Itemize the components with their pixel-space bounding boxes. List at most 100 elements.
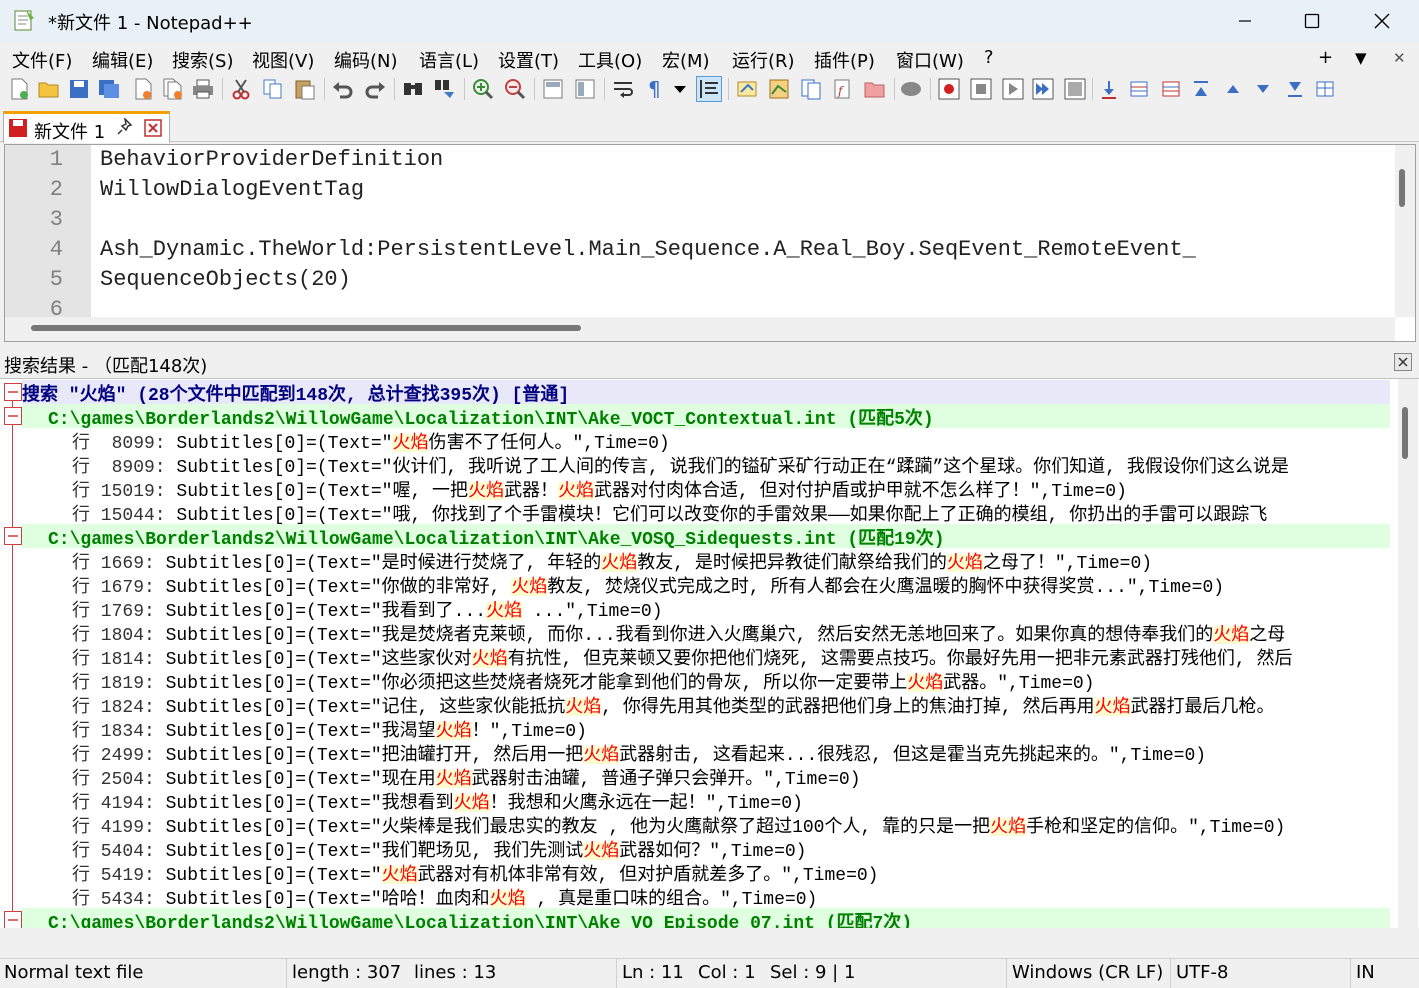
result-line[interactable]: 行 5419: Subtitles[0]=(Text="火焰武器对有机体非常有效… [72,860,1390,884]
record-macro-icon[interactable] [936,76,962,102]
fold-minus-icon[interactable] [4,911,22,928]
menu-tools[interactable]: 工具(O) [578,47,642,73]
minimize-button[interactable] [1213,0,1277,42]
menu-help[interactable]: ? [984,47,994,68]
code-line[interactable]: BehaviorProviderDefinition [100,147,443,172]
save-all-icon[interactable] [96,76,122,102]
run-macro-multiple-icon[interactable] [1030,76,1056,102]
zoom-out-icon[interactable] [502,76,528,102]
zoom-in-icon[interactable] [470,76,496,102]
result-line[interactable]: 行 1819: Subtitles[0]=(Text="你必须把这些焚烧者烧死才… [72,668,1390,692]
fold-minus-icon[interactable] [4,383,22,401]
indent-guide-icon[interactable] [696,76,722,102]
tab-new-file-1[interactable]: 新文件 1 [3,111,170,143]
save-icon[interactable] [66,76,92,102]
scroll-thumb[interactable] [1402,407,1408,459]
menu-plugins[interactable]: 插件(P) [814,47,875,73]
first-diff-icon[interactable] [1188,76,1214,102]
menu-macro[interactable]: 宏(M) [662,47,710,73]
result-line[interactable]: 行 15044: Subtitles[0]=(Text="哦, 你找到了个手雷模… [72,500,1390,524]
menu-view[interactable]: 视图(V) [252,47,314,73]
prev-diff-icon[interactable] [1220,76,1246,102]
editor-vertical-scrollbar[interactable] [1395,145,1415,317]
result-line[interactable]: 行 5434: Subtitles[0]=(Text="哈哈！血肉和火焰 , 真… [72,884,1390,908]
status-eol[interactable]: Windows (CR LF) [1012,962,1163,983]
open-file-icon[interactable] [36,76,62,102]
close-file-icon[interactable] [130,76,156,102]
stop-macro-icon[interactable] [968,76,994,102]
doc-list-icon[interactable] [798,76,824,102]
maximize-button[interactable] [1280,0,1344,42]
new-tab-button[interactable]: + [1318,47,1333,68]
word-wrap-icon[interactable] [610,76,636,102]
result-line[interactable]: 行 2504: Subtitles[0]=(Text="现在用火焰武器射击油罐,… [72,764,1390,788]
menu-edit[interactable]: 编辑(E) [92,47,153,73]
result-file-header[interactable]: C:\games\Borderlands2\WillowGame\Localiz… [22,404,1390,428]
undo-icon[interactable] [330,76,356,102]
menu-search[interactable]: 搜索(S) [172,47,233,73]
menu-settings[interactable]: 设置(T) [498,47,559,73]
results-vertical-scrollbar[interactable] [1398,379,1418,928]
menu-file[interactable]: 文件(F) [12,47,72,73]
sync-vertical-icon[interactable] [540,76,566,102]
scroll-thumb[interactable] [1399,169,1405,207]
fold-minus-icon[interactable] [4,407,22,425]
editor-area[interactable]: 1 BehaviorProviderDefinition 2 WillowDia… [4,144,1416,342]
chars-dropdown-icon[interactable] [670,76,690,102]
last-diff-icon[interactable] [1282,76,1308,102]
find-icon[interactable] [400,76,426,102]
result-line[interactable]: 行 8099: Subtitles[0]=(Text="火焰伤害不了任何人。",… [72,428,1390,452]
close-all-icon[interactable] [160,76,186,102]
bookmark-down-icon[interactable] [1096,76,1122,102]
tab-list-dropdown[interactable]: ▼ [1355,49,1367,67]
column-mode-icon[interactable] [1126,76,1152,102]
result-line[interactable]: 行 15019: Subtitles[0]=(Text="喔, 一把火焰武器！火… [72,476,1390,500]
close-window-button[interactable] [1350,0,1414,42]
close-doc-button[interactable]: ✕ [1393,49,1406,67]
function-list-icon[interactable]: f [830,76,856,102]
tab-close-icon[interactable] [144,119,162,141]
next-diff-icon[interactable] [1250,76,1276,102]
play-macro-icon[interactable] [1000,76,1026,102]
result-line[interactable]: 行 1769: Subtitles[0]=(Text="我看到了...火焰 ..… [72,596,1390,620]
replace-icon[interactable] [432,76,458,102]
monitoring-icon[interactable] [898,76,924,102]
menu-encoding[interactable]: 编码(N) [334,47,398,73]
result-file-header[interactable]: C:\games\Borderlands2\WillowGame\Localiz… [22,524,1390,548]
compare-icon[interactable] [1158,76,1184,102]
result-line[interactable]: 行 1834: Subtitles[0]=(Text="我渴望火焰！",Time… [72,716,1390,740]
code-line[interactable]: WillowDialogEventTag [100,177,364,202]
scroll-thumb[interactable] [31,325,581,331]
result-line[interactable]: 行 4194: Subtitles[0]=(Text="我想看到火焰！我想和火鹰… [72,788,1390,812]
diff-panel-icon[interactable] [1312,76,1338,102]
result-line[interactable]: 行 1814: Subtitles[0]=(Text="这些家伙对火焰有抗性, … [72,644,1390,668]
result-line[interactable]: 行 1679: Subtitles[0]=(Text="你做的非常好, 火焰教友… [72,572,1390,596]
copy-icon[interactable] [260,76,286,102]
fold-minus-icon[interactable] [4,527,22,545]
result-line[interactable]: 行 1669: Subtitles[0]=(Text="是时候进行焚烧了, 年轻… [72,548,1390,572]
result-line[interactable]: 行 8909: Subtitles[0]=(Text="伙计们, 我听说了工人间… [72,452,1390,476]
redo-icon[interactable] [362,76,388,102]
pin-icon[interactable] [116,116,134,140]
result-line[interactable]: 行 1824: Subtitles[0]=(Text="记住, 这些家伙能抵抗火… [72,692,1390,716]
close-results-icon[interactable] [1394,353,1412,371]
editor-horizontal-scrollbar[interactable] [5,317,1395,341]
status-insert-mode[interactable]: IN [1356,962,1375,983]
code-line[interactable]: Ash_Dynamic.TheWorld:PersistentLevel.Mai… [100,237,1390,262]
paste-icon[interactable] [292,76,318,102]
search-summary[interactable]: 搜索 "火焰" (28个文件中匹配到148次, 总计查找395次) [普通] [22,380,1390,404]
menu-window[interactable]: 窗口(W) [896,47,964,73]
new-file-icon[interactable] [6,76,32,102]
result-file-header[interactable]: C:\games\Borderlands2\WillowGame\Localiz… [22,908,1390,928]
status-col[interactable]: Col : 1 [698,962,756,983]
print-icon[interactable] [190,76,216,102]
result-line[interactable]: 行 1804: Subtitles[0]=(Text="我是焚烧者克莱顿, 而你… [72,620,1390,644]
folder-workspace-icon[interactable] [862,76,888,102]
status-encoding[interactable]: UTF-8 [1176,962,1228,983]
search-results-panel[interactable]: 搜索 "火焰" (28个文件中匹配到148次, 总计查找395次) [普通] C… [0,378,1419,928]
result-line[interactable]: 行 5404: Subtitles[0]=(Text="我们靶场见, 我们先测试… [72,836,1390,860]
menu-run[interactable]: 运行(R) [732,47,795,73]
save-macro-icon[interactable] [1062,76,1088,102]
doc-map-icon[interactable] [766,76,792,102]
lang-define-icon[interactable] [734,76,760,102]
